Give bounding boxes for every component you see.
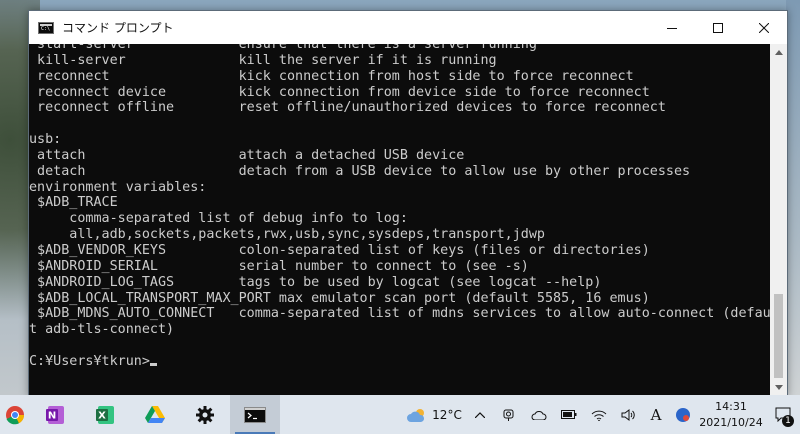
console-line: reconnect device kick connection from de… <box>29 84 650 100</box>
minimize-button[interactable] <box>649 11 695 44</box>
console-line: $ANDROID_SERIAL serial number to connect… <box>29 258 529 274</box>
vertical-scrollbar[interactable] <box>770 44 787 396</box>
console-line: reconnect offline reset offline/unauthor… <box>29 100 666 116</box>
terminal-icon <box>244 406 266 423</box>
console-line: usb: <box>29 132 62 148</box>
scroll-up-button[interactable] <box>770 44 787 61</box>
excel-icon: X <box>96 405 114 424</box>
prompt-line[interactable]: C:¥Users¥tkrun> <box>29 354 770 370</box>
console-line: environment variables: <box>29 179 207 195</box>
chevron-up-icon <box>475 411 485 418</box>
text-cursor <box>149 362 157 366</box>
taskbar-settings[interactable] <box>180 395 230 434</box>
window-controls <box>649 11 787 44</box>
console-output[interactable]: start-server ensure that there is a serv… <box>29 44 770 396</box>
console-line: all,adb,sockets,packets,rwx,usb,sync,sys… <box>29 227 545 243</box>
tray-volume[interactable] <box>614 395 642 434</box>
camera-icon <box>503 409 514 421</box>
console-line: reconnect kick connection from host side… <box>29 68 634 84</box>
svg-text:N: N <box>48 410 56 421</box>
console-line: t adb-tls-connect) <box>29 322 175 338</box>
battery-icon <box>561 410 577 419</box>
onenote-icon: N <box>46 405 64 424</box>
console-line: $ADB_LOCAL_TRANSPORT_MAX_PORT max emulat… <box>29 290 650 306</box>
tray-battery[interactable] <box>554 395 584 434</box>
gear-icon <box>196 405 214 424</box>
ime-mode-indicator[interactable]: A <box>642 395 670 434</box>
scroll-up-icon <box>774 50 783 55</box>
window-title: コマンド プロンプト <box>62 21 174 35</box>
taskbar-google-drive[interactable] <box>130 395 180 434</box>
svg-text:X: X <box>98 410 106 421</box>
close-icon <box>759 22 769 33</box>
taskbar: N X 12°C A 14:31 2021/10/24 1 <box>0 395 800 434</box>
google-drive-icon <box>145 405 165 423</box>
taskbar-command-prompt[interactable] <box>230 395 280 434</box>
close-button[interactable] <box>741 11 787 44</box>
cloud-sun-icon <box>407 408 425 422</box>
scroll-thumb[interactable] <box>774 294 783 378</box>
blue-app-icon <box>676 407 690 422</box>
minimize-icon <box>667 27 677 29</box>
tray-onedrive[interactable] <box>524 395 554 434</box>
notification-count-badge: 1 <box>782 415 794 427</box>
console-line: comma-separated list of debug info to lo… <box>29 211 408 227</box>
cloud-icon <box>531 410 547 420</box>
desktop-wallpaper-right <box>786 0 800 395</box>
speaker-icon <box>621 408 635 421</box>
console-line: $ADB_VENDOR_KEYS colon-separated list of… <box>29 242 650 258</box>
console-line: $ADB_MDNS_AUTO_CONNECT comma-separated l… <box>29 306 770 322</box>
console-line: start-server ensure that there is a serv… <box>29 44 537 52</box>
clock-time: 14:31 <box>715 399 747 413</box>
maximize-button[interactable] <box>695 11 741 44</box>
command-prompt-app-icon[interactable] <box>38 21 54 34</box>
notification-center-button[interactable]: 1 <box>766 395 800 434</box>
tray-app-blue[interactable] <box>670 395 696 434</box>
taskbar-onenote[interactable]: N <box>30 395 80 434</box>
scroll-down-button[interactable] <box>770 379 787 396</box>
command-prompt-text: C:¥Users¥tkrun> <box>29 353 150 369</box>
console-line: $ANDROID_LOG_TAGS tags to be used by log… <box>29 274 602 290</box>
tray-wifi[interactable] <box>584 395 614 434</box>
show-hidden-icons-button[interactable] <box>466 395 494 434</box>
console-line: kill-server kill the server if it is run… <box>29 52 497 68</box>
command-prompt-window[interactable]: コマンド プロンプト start-server ensure that ther… <box>28 10 788 397</box>
chrome-icon <box>6 405 25 424</box>
clock-date: 2021/10/24 <box>699 415 763 429</box>
console-line: $ADB_TRACE <box>29 195 118 211</box>
taskbar-excel[interactable]: X <box>80 395 130 434</box>
weather-widget[interactable]: 12°C <box>402 395 466 434</box>
tray-camera[interactable] <box>494 395 524 434</box>
temperature-text: 12°C <box>432 407 462 422</box>
system-tray: 12°C A 14:31 2021/10/24 1 <box>402 395 800 434</box>
clock[interactable]: 14:31 2021/10/24 <box>696 395 766 434</box>
scroll-down-icon <box>774 385 783 390</box>
maximize-icon <box>713 22 723 33</box>
wifi-icon <box>591 410 607 421</box>
title-bar[interactable]: コマンド プロンプト <box>29 11 787 44</box>
console-line: attach attach a detached USB device <box>29 147 465 163</box>
console-line: detach detach from a USB device to allow… <box>29 163 691 179</box>
taskbar-chrome[interactable] <box>0 395 30 434</box>
